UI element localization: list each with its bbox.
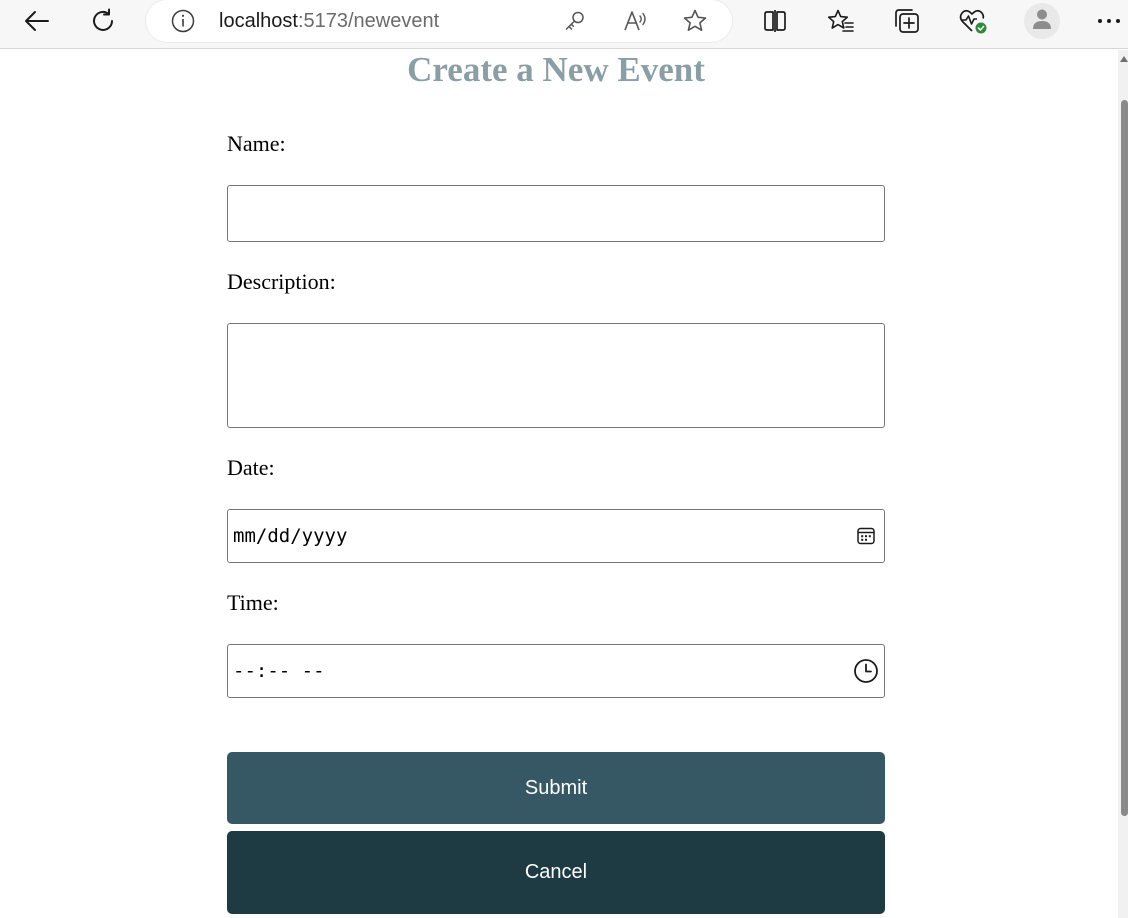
submit-button[interactable]: Submit xyxy=(227,752,885,824)
favorites-icon xyxy=(827,8,855,34)
url-path: :5173/newevent xyxy=(297,10,440,32)
heart-pulse-icon xyxy=(958,7,988,35)
back-button[interactable] xyxy=(18,4,56,38)
date-input[interactable]: mm/dd/yyyy xyxy=(227,509,885,563)
arrow-left-icon xyxy=(24,10,50,32)
time-label: Time: xyxy=(227,590,279,615)
info-icon[interactable] xyxy=(170,8,196,34)
page-title: Create a New Event xyxy=(407,50,705,89)
url-text[interactable]: localhost:5173/newevent xyxy=(219,8,439,34)
cancel-button[interactable]: Cancel xyxy=(227,831,885,914)
scrollbar-thumb[interactable] xyxy=(1121,100,1128,816)
description-textarea[interactable] xyxy=(227,323,885,428)
key-icon[interactable] xyxy=(561,7,589,35)
date-placeholder: mm/dd/yyyy xyxy=(233,525,348,547)
browser-essentials-button[interactable] xyxy=(954,4,992,38)
date-label: Date: xyxy=(227,455,275,480)
collections-icon xyxy=(893,7,921,35)
clock-icon[interactable] xyxy=(852,657,880,685)
split-screen-button[interactable] xyxy=(756,4,794,38)
scroll-up-arrow-icon[interactable] xyxy=(1120,56,1128,62)
name-label: Name: xyxy=(227,131,286,156)
browser-toolbar: localhost:5173/newevent xyxy=(0,0,1128,49)
refresh-button[interactable] xyxy=(84,4,122,38)
refresh-icon xyxy=(90,8,116,34)
url-host: localhost xyxy=(219,10,298,32)
profile-icon xyxy=(1031,7,1053,36)
calendar-icon[interactable] xyxy=(852,522,880,550)
star-icon[interactable] xyxy=(681,7,709,35)
profile-button[interactable] xyxy=(1024,3,1060,39)
read-aloud-icon[interactable] xyxy=(622,7,650,35)
time-placeholder: --:-- -- xyxy=(233,660,325,682)
description-label: Description: xyxy=(227,269,336,294)
favorites-button[interactable] xyxy=(822,4,860,38)
address-bar[interactable]: localhost:5173/newevent xyxy=(146,0,732,42)
split-screen-icon xyxy=(762,9,788,33)
more-icon xyxy=(1097,18,1121,24)
name-input[interactable] xyxy=(227,185,885,242)
time-input[interactable]: --:-- -- xyxy=(227,644,885,698)
more-button[interactable] xyxy=(1090,4,1128,38)
collections-button[interactable] xyxy=(888,4,926,38)
